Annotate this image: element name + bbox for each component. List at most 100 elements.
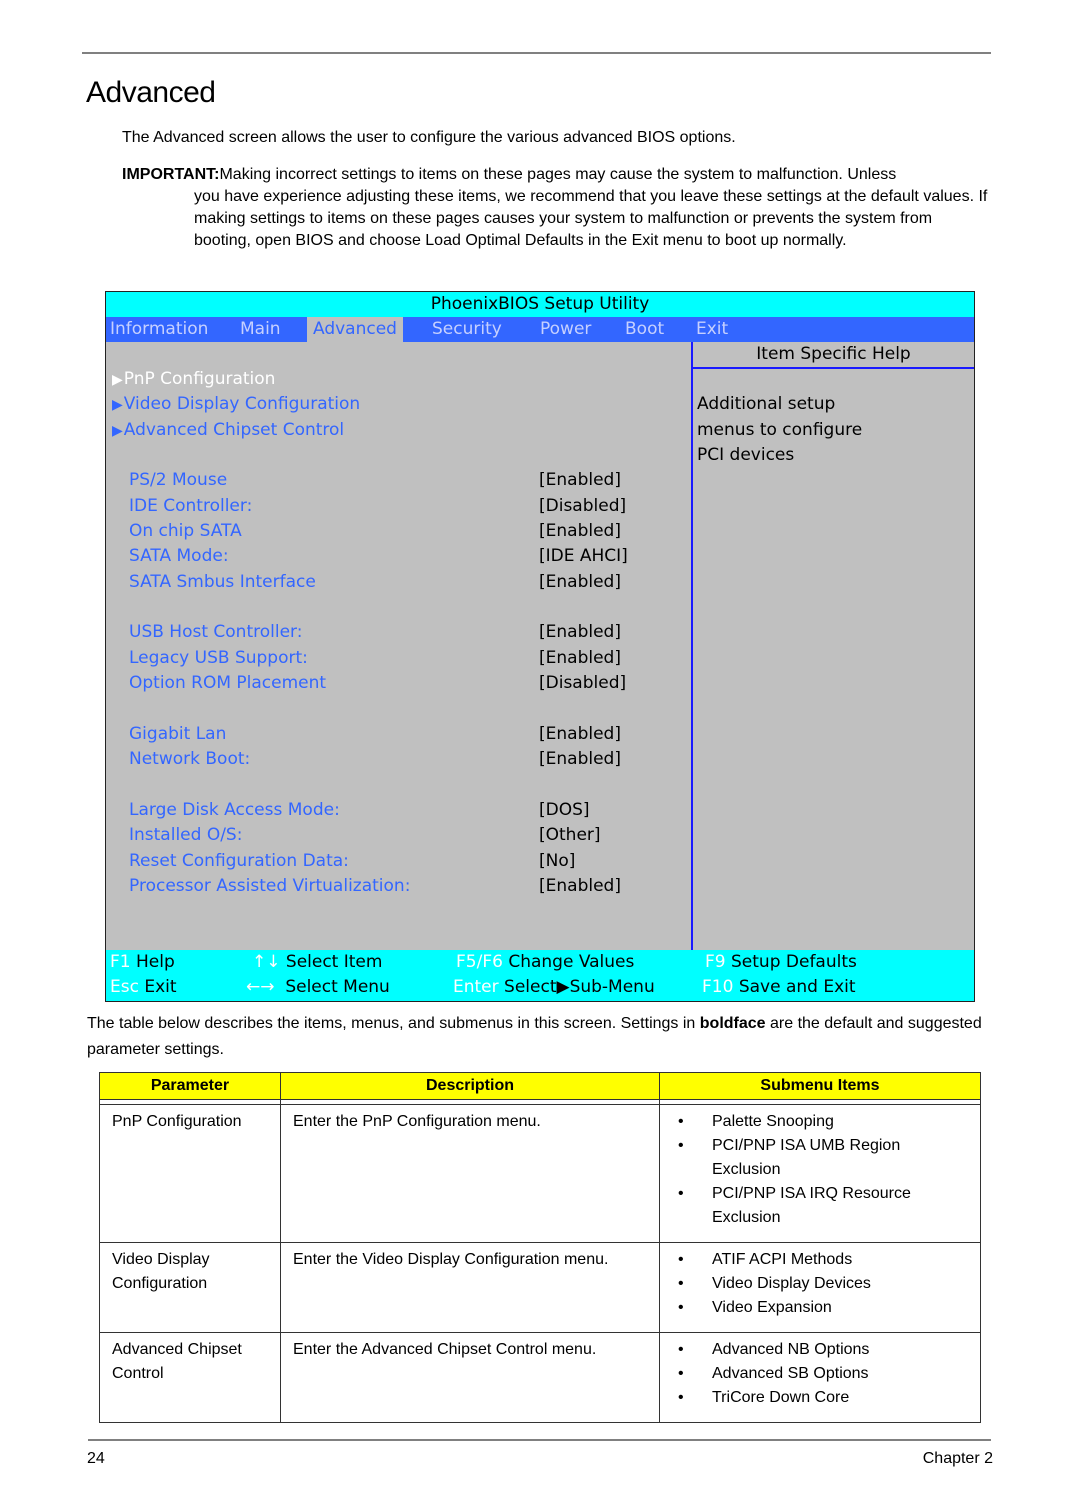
cell-parameter: Video Display Configuration (99, 1242, 281, 1333)
key-hint-select-menu: ←→ Select Menu (246, 975, 390, 1000)
page-number: 24 (87, 1450, 105, 1467)
help-title: Item Specific Help (693, 342, 974, 369)
setting-label: Installed O/S: (129, 825, 243, 845)
col-header-parameter: Parameter (99, 1072, 281, 1100)
setting-value: [Enabled] (539, 876, 621, 896)
chapter-label: Chapter 2 (922, 1450, 993, 1467)
key-f1: F1 (110, 952, 131, 972)
footer-rule (88, 1439, 991, 1441)
setting-value: [Enabled] (539, 470, 621, 490)
submenu-item: ATIF ACPI Methods (672, 1248, 968, 1272)
setting-value: [Other] (539, 825, 601, 845)
key-enter: Enter (453, 977, 499, 997)
col-header-submenu-items: Submenu Items (659, 1072, 981, 1100)
key-desc: Select Item (285, 952, 383, 972)
setting-value: [Enabled] (539, 622, 621, 642)
submenu-item: Palette Snooping (672, 1110, 968, 1134)
key-desc: Setup Defaults (731, 952, 857, 972)
submenu-item: Video Expansion (672, 1296, 968, 1320)
important-label: IMPORTANT: (122, 166, 220, 183)
important-note: IMPORTANT:Making incorrect settings to i… (122, 164, 992, 252)
setting-label: Reset Configuration Data: (129, 851, 349, 871)
table-row: Video Display Configuration Enter the Vi… (99, 1242, 981, 1333)
setting-value: [Enabled] (539, 572, 621, 592)
setting-label: Processor Assisted Virtualization: (129, 876, 411, 896)
submenu-advanced-chipset-control[interactable]: ▶Advanced Chipset Control (112, 418, 344, 444)
key-f10: F10 (702, 977, 734, 997)
table-row: PnP Configuration Enter the PnP Configur… (99, 1104, 981, 1243)
setting-label: SATA Smbus Interface (129, 572, 316, 592)
key-esc: Esc (110, 977, 139, 997)
key-f9: F9 (705, 952, 726, 972)
table-row: Advanced Chipset Control Enter the Advan… (99, 1332, 981, 1423)
help-line: menus to configure (697, 419, 863, 440)
help-panel: Item Specific Help Additional setup menu… (693, 342, 974, 950)
setting-value: [Enabled] (539, 648, 621, 668)
help-line: Additional setup (697, 394, 836, 414)
key-desc: Select▶Sub-Menu (504, 977, 655, 997)
submenu-label: Advanced Chipset Control (123, 420, 345, 440)
setting-value: [Enabled] (539, 521, 621, 541)
submenu-arrow-icon: ▶ (112, 423, 123, 439)
submenu-pnp-configuration[interactable]: ▶PnP Configuration (112, 367, 275, 393)
cell-parameter: PnP Configuration (99, 1104, 281, 1243)
table-header-row: Parameter Description Submenu Items (99, 1072, 981, 1100)
setting-label: Legacy USB Support: (129, 648, 308, 668)
setting-value: [Enabled] (539, 724, 621, 744)
cell-submenu-items: ATIF ACPI Methods Video Display Devices … (659, 1242, 981, 1333)
tab-exit[interactable]: Exit (696, 317, 728, 342)
tab-information[interactable]: Information (110, 317, 208, 342)
key-hint-sub-menu: Enter Select▶Sub-Menu (453, 975, 655, 1000)
submenu-item: Video Display Devices (672, 1272, 968, 1296)
key-f5-f6: F5/F6 (456, 952, 503, 972)
important-body: you have experience adjusting these item… (194, 188, 988, 249)
tab-security[interactable]: Security (432, 317, 502, 342)
setting-label: IDE Controller: (129, 496, 253, 516)
key-hint-exit: Esc Exit (110, 975, 177, 1000)
bios-menu-bar: Information Main Advanced Security Power… (106, 317, 974, 342)
intro-text: The Advanced screen allows the user to c… (122, 129, 736, 146)
key-hint-setup-defaults: F9 Setup Defaults (705, 950, 857, 975)
parameter-table: Parameter Description Submenu Items PnP … (99, 1072, 981, 1423)
tab-advanced[interactable]: Advanced (307, 317, 403, 342)
cell-submenu-items: Palette Snooping PCI/PNP ISA UMB Region … (659, 1104, 981, 1243)
bios-key-legend: F1 Help ↑↓ Select Item F5/F6 Change Valu… (106, 950, 974, 1001)
table-intro-bold: boldface (699, 1015, 766, 1032)
setting-label: Gigabit Lan (129, 724, 227, 744)
cell-description: Enter the Video Display Configuration me… (280, 1242, 660, 1333)
submenu-arrow-icon: ▶ (112, 397, 123, 413)
setting-value: [Disabled] (539, 673, 627, 693)
bios-title-bar: PhoenixBIOS Setup Utility (106, 292, 974, 317)
up-down-arrows-icon: ↑↓ (252, 952, 281, 972)
cell-description: Enter the PnP Configuration menu. (280, 1104, 660, 1243)
setting-label: USB Host Controller: (129, 622, 303, 642)
submenu-video-display-configuration[interactable]: ▶Video Display Configuration (112, 392, 360, 418)
setting-label: Network Boot: (129, 749, 251, 769)
cell-submenu-items: Advanced NB Options Advanced SB Options … (659, 1332, 981, 1423)
key-hint-change-values: F5/F6 Change Values (456, 950, 634, 975)
key-desc: Help (136, 952, 175, 972)
tab-main[interactable]: Main (240, 317, 281, 342)
help-text: Additional setup menus to configure PCI … (697, 392, 862, 469)
setting-value: [Disabled] (539, 496, 627, 516)
important-first-line: Making incorrect settings to items on th… (219, 166, 897, 183)
setting-label: On chip SATA (129, 521, 242, 541)
setting-value: [Enabled] (539, 749, 621, 769)
table-intro: The table below describes the items, men… (87, 1011, 987, 1063)
bios-screenshot: PhoenixBIOS Setup Utility Information Ma… (105, 291, 975, 1002)
tab-power[interactable]: Power (540, 317, 591, 342)
tab-boot[interactable]: Boot (625, 317, 664, 342)
submenu-item: PCI/PNP ISA IRQ Resource Exclusion (672, 1182, 968, 1230)
submenu-item: PCI/PNP ISA UMB Region Exclusion (672, 1134, 968, 1182)
setting-label: SATA Mode: (129, 546, 229, 566)
key-desc: Save and Exit (738, 977, 856, 997)
key-desc: Exit (144, 977, 177, 997)
table-intro-text: The table below describes the items, men… (87, 1015, 700, 1032)
cell-description: Enter the Advanced Chipset Control menu. (280, 1332, 660, 1423)
submenu-arrow-icon: ▶ (112, 372, 123, 388)
cell-parameter: Advanced Chipset Control (99, 1332, 281, 1423)
setting-label: Large Disk Access Mode: (129, 800, 340, 820)
left-right-arrows-icon: ←→ (246, 977, 275, 997)
col-header-description: Description (280, 1072, 660, 1100)
setting-value: [DOS] (539, 800, 590, 820)
